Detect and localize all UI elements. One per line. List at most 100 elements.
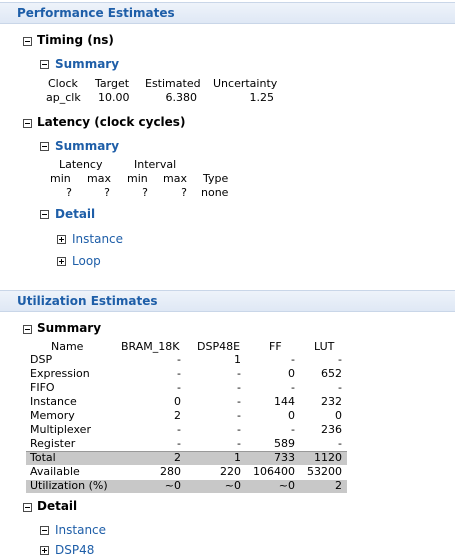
latency-col-min: min [50,172,71,185]
expand-loop-icon[interactable] [57,257,66,266]
util-cell-bram: 2 [174,451,181,464]
timing-col-uncertainty: Uncertainty [213,77,278,90]
latency-detail-heading[interactable]: Detail [55,207,95,221]
util-col-name: Name [51,340,84,353]
utilization-estimates-title: Utilization Estimates [17,294,158,308]
util-cell-ff: 733 [274,451,295,464]
timing-estimated-value: 6.380 [165,91,198,104]
collapse-utilization-summary-icon[interactable] [23,325,32,334]
util-cell-lut: - [338,353,342,366]
util-cell-bram: - [177,367,181,380]
collapse-util-instance-icon[interactable] [40,526,49,535]
util-cell-dsp48e: - [237,395,241,408]
expand-dsp48-icon[interactable] [40,546,49,555]
util-cell-bram: - [177,437,181,450]
utilization-instance-link[interactable]: Instance [55,523,106,537]
utilization-estimates-header: Utilization Estimates [0,290,455,312]
util-cell-lut: 232 [321,395,342,408]
performance-estimates-title: Performance Estimates [17,6,175,20]
util-cell-ff: - [291,353,295,366]
interval-min-value: ? [142,186,148,199]
collapse-latency-summary-icon[interactable] [40,142,49,151]
util-cell-dsp48e: - [237,381,241,394]
util-cell-lut: 236 [321,423,342,436]
collapse-timing-icon[interactable] [23,37,32,46]
util-cell-name: Utilization (%) [30,479,108,492]
util-col-ff: FF [269,340,282,353]
util-cell-bram: - [177,423,181,436]
util-cell-dsp48e: - [237,423,241,436]
util-col-bram: BRAM_18K [121,340,180,353]
util-col-dsp48e: DSP48E [197,340,241,353]
util-cell-name: Register [30,437,76,450]
latency-min-value: ? [66,186,72,199]
util-cell-ff: 0 [288,367,295,380]
latency-heading: Latency (clock cycles) [37,115,186,129]
util-cell-dsp48e: 1 [234,353,241,366]
util-cell-bram: 2 [174,409,181,422]
util-cell-name: Multiplexer [30,423,91,436]
latency-col-max: max [87,172,111,185]
util-cell-lut: 1120 [314,451,342,464]
timing-heading: Timing (ns) [37,33,114,47]
util-cell-lut: 0 [335,409,342,422]
util-cell-name: Total [30,451,56,464]
util-cell-dsp48e: - [237,409,241,422]
util-cell-dsp48e: 220 [220,465,241,478]
interval-max-value: ? [181,186,187,199]
util-cell-dsp48e: ~0 [224,479,241,492]
util-cell-lut: - [338,381,342,394]
interval-col-min: min [127,172,148,185]
util-cell-ff: ~0 [278,479,295,492]
latency-type-value: none [201,186,229,199]
util-cell-dsp48e: 1 [234,451,241,464]
util-cell-ff: - [291,423,295,436]
collapse-latency-detail-icon[interactable] [40,210,49,219]
latency-instance-link[interactable]: Instance [72,232,123,246]
timing-summary-heading[interactable]: Summary [55,57,119,71]
util-cell-name: DSP [30,353,53,366]
util-cell-bram: 280 [160,465,181,478]
util-cell-name: Expression [30,367,90,380]
latency-summary-heading[interactable]: Summary [55,139,119,153]
collapse-utilization-detail-icon[interactable] [23,503,32,512]
performance-estimates-header: Performance Estimates [0,2,455,24]
util-cell-lut: 652 [321,367,342,380]
util-cell-name: Instance [30,395,77,408]
util-cell-name: FIFO [30,381,55,394]
util-cell-dsp48e: - [237,367,241,380]
latency-max-value: ? [104,186,110,199]
utilization-detail-heading: Detail [37,499,78,513]
timing-col-estimated: Estimated [145,77,201,90]
util-cell-lut: - [338,437,342,450]
util-cell-bram: 0 [174,395,181,408]
util-cell-ff: 144 [274,395,295,408]
util-cell-dsp48e: - [237,437,241,450]
latency-col-type: Type [203,172,229,185]
expand-instance-icon[interactable] [57,235,66,244]
collapse-latency-icon[interactable] [23,119,32,128]
util-cell-ff: 106400 [253,465,295,478]
util-cell-lut: 2 [335,479,342,492]
collapse-timing-summary-icon[interactable] [40,60,49,69]
interval-group-label: Interval [134,158,177,171]
timing-uncertainty-value: 1.25 [249,91,275,104]
timing-clock-value: ap_clk [46,91,81,104]
util-cell-name: Memory [30,409,75,422]
util-cell-bram: - [177,353,181,366]
utilization-dsp48-link[interactable]: DSP48 [55,543,94,557]
util-col-lut: LUT [314,340,335,353]
util-cell-ff: 0 [288,409,295,422]
timing-target-value: 10.00 [98,91,130,104]
util-cell-bram: ~0 [164,479,181,492]
util-cell-bram: - [177,381,181,394]
util-cell-ff: 589 [274,437,295,450]
latency-group-label: Latency [59,158,103,171]
util-cell-name: Available [30,465,80,478]
latency-loop-link[interactable]: Loop [72,254,101,268]
timing-col-target: Target [95,77,130,90]
util-cell-ff: - [291,381,295,394]
interval-col-max: max [163,172,187,185]
timing-col-clock: Clock [48,77,78,90]
utilization-summary-heading: Summary [37,321,102,335]
